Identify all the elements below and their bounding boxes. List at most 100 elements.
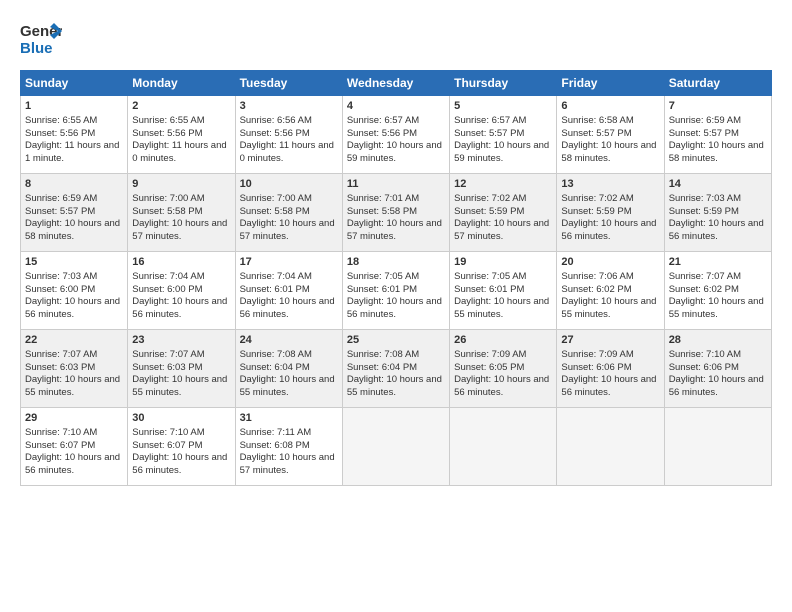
day-info: Daylight: 10 hours and 55 minutes. [240,374,338,400]
day-info: Sunrise: 7:07 AM [669,271,767,284]
calendar-cell: 30Sunrise: 7:10 AMSunset: 6:07 PMDayligh… [128,408,235,486]
calendar-cell: 5Sunrise: 6:57 AMSunset: 5:57 PMDaylight… [450,96,557,174]
day-info: Sunrise: 6:59 AM [25,193,123,206]
day-info: Sunset: 6:01 PM [347,284,445,297]
day-info: Daylight: 10 hours and 59 minutes. [454,140,552,166]
day-info: Sunrise: 6:57 AM [454,115,552,128]
calendar-cell: 11Sunrise: 7:01 AMSunset: 5:58 PMDayligh… [342,174,449,252]
day-info: Sunrise: 6:55 AM [25,115,123,128]
day-number: 29 [25,411,123,426]
day-info: Sunset: 6:01 PM [454,284,552,297]
day-number: 23 [132,333,230,348]
day-info: Daylight: 10 hours and 59 minutes. [347,140,445,166]
calendar-week-3: 15Sunrise: 7:03 AMSunset: 6:00 PMDayligh… [21,252,772,330]
day-number: 5 [454,99,552,114]
day-info: Sunrise: 7:00 AM [240,193,338,206]
day-info: Sunrise: 6:59 AM [669,115,767,128]
calendar-cell: 8Sunrise: 6:59 AMSunset: 5:57 PMDaylight… [21,174,128,252]
day-number: 13 [561,177,659,192]
calendar-header-row: SundayMondayTuesdayWednesdayThursdayFrid… [21,71,772,96]
day-info: Sunset: 5:59 PM [561,206,659,219]
day-info: Sunrise: 6:57 AM [347,115,445,128]
day-number: 26 [454,333,552,348]
day-info: Sunset: 6:02 PM [669,284,767,297]
day-info: Sunrise: 7:04 AM [240,271,338,284]
day-info: Sunrise: 7:11 AM [240,427,338,440]
calendar-cell: 17Sunrise: 7:04 AMSunset: 6:01 PMDayligh… [235,252,342,330]
day-info: Sunset: 6:05 PM [454,362,552,375]
day-info: Daylight: 10 hours and 58 minutes. [25,218,123,244]
day-number: 3 [240,99,338,114]
day-info: Sunset: 5:57 PM [561,128,659,141]
calendar-cell: 15Sunrise: 7:03 AMSunset: 6:00 PMDayligh… [21,252,128,330]
day-info: Sunset: 5:57 PM [25,206,123,219]
calendar-cell [664,408,771,486]
day-info: Sunset: 5:58 PM [347,206,445,219]
day-number: 31 [240,411,338,426]
day-info: Sunset: 6:03 PM [25,362,123,375]
day-number: 14 [669,177,767,192]
day-info: Sunset: 5:58 PM [132,206,230,219]
day-info: Daylight: 10 hours and 56 minutes. [669,218,767,244]
day-info: Daylight: 10 hours and 58 minutes. [669,140,767,166]
day-info: Daylight: 10 hours and 55 minutes. [561,296,659,322]
day-info: Sunrise: 7:02 AM [561,193,659,206]
day-info: Daylight: 10 hours and 56 minutes. [25,296,123,322]
page-header: GeneralBlue [20,18,772,60]
day-info: Daylight: 10 hours and 56 minutes. [132,452,230,478]
day-info: Sunset: 6:02 PM [561,284,659,297]
page-container: GeneralBlue SundayMondayTuesdayWednesday… [0,0,792,496]
calendar-cell: 31Sunrise: 7:11 AMSunset: 6:08 PMDayligh… [235,408,342,486]
day-info: Daylight: 10 hours and 56 minutes. [25,452,123,478]
day-info: Daylight: 10 hours and 55 minutes. [669,296,767,322]
svg-text:Blue: Blue [20,40,53,57]
calendar-cell: 27Sunrise: 7:09 AMSunset: 6:06 PMDayligh… [557,330,664,408]
day-number: 20 [561,255,659,270]
day-info: Sunrise: 7:02 AM [454,193,552,206]
header-wednesday: Wednesday [342,71,449,96]
header-thursday: Thursday [450,71,557,96]
day-number: 25 [347,333,445,348]
calendar-cell: 23Sunrise: 7:07 AMSunset: 6:03 PMDayligh… [128,330,235,408]
calendar-cell: 21Sunrise: 7:07 AMSunset: 6:02 PMDayligh… [664,252,771,330]
day-info: Daylight: 10 hours and 57 minutes. [240,218,338,244]
calendar-week-4: 22Sunrise: 7:07 AMSunset: 6:03 PMDayligh… [21,330,772,408]
day-info: Daylight: 10 hours and 55 minutes. [454,296,552,322]
calendar-cell [450,408,557,486]
day-info: Sunrise: 7:10 AM [25,427,123,440]
day-info: Sunset: 5:56 PM [132,128,230,141]
header-friday: Friday [557,71,664,96]
day-info: Sunset: 5:56 PM [347,128,445,141]
day-number: 16 [132,255,230,270]
day-info: Daylight: 10 hours and 57 minutes. [347,218,445,244]
day-info: Sunrise: 7:09 AM [561,349,659,362]
day-info: Sunrise: 7:10 AM [669,349,767,362]
day-info: Daylight: 10 hours and 55 minutes. [347,374,445,400]
day-number: 7 [669,99,767,114]
day-info: Daylight: 10 hours and 56 minutes. [561,374,659,400]
calendar-cell: 6Sunrise: 6:58 AMSunset: 5:57 PMDaylight… [557,96,664,174]
day-number: 28 [669,333,767,348]
day-info: Daylight: 10 hours and 55 minutes. [132,374,230,400]
day-info: Sunset: 6:06 PM [669,362,767,375]
day-info: Sunrise: 7:03 AM [25,271,123,284]
calendar-cell: 9Sunrise: 7:00 AMSunset: 5:58 PMDaylight… [128,174,235,252]
calendar-week-1: 1Sunrise: 6:55 AMSunset: 5:56 PMDaylight… [21,96,772,174]
day-info: Sunset: 6:06 PM [561,362,659,375]
day-info: Daylight: 10 hours and 56 minutes. [347,296,445,322]
calendar-cell: 29Sunrise: 7:10 AMSunset: 6:07 PMDayligh… [21,408,128,486]
logo-svg: GeneralBlue [20,18,62,60]
day-info: Sunset: 5:56 PM [25,128,123,141]
calendar-cell: 28Sunrise: 7:10 AMSunset: 6:06 PMDayligh… [664,330,771,408]
day-info: Sunrise: 7:05 AM [347,271,445,284]
calendar-cell: 18Sunrise: 7:05 AMSunset: 6:01 PMDayligh… [342,252,449,330]
header-monday: Monday [128,71,235,96]
day-info: Daylight: 10 hours and 57 minutes. [454,218,552,244]
day-info: Sunset: 6:07 PM [132,440,230,453]
header-tuesday: Tuesday [235,71,342,96]
day-info: Daylight: 10 hours and 57 minutes. [132,218,230,244]
day-number: 8 [25,177,123,192]
day-number: 15 [25,255,123,270]
calendar-table: SundayMondayTuesdayWednesdayThursdayFrid… [20,70,772,486]
day-info: Sunrise: 6:55 AM [132,115,230,128]
